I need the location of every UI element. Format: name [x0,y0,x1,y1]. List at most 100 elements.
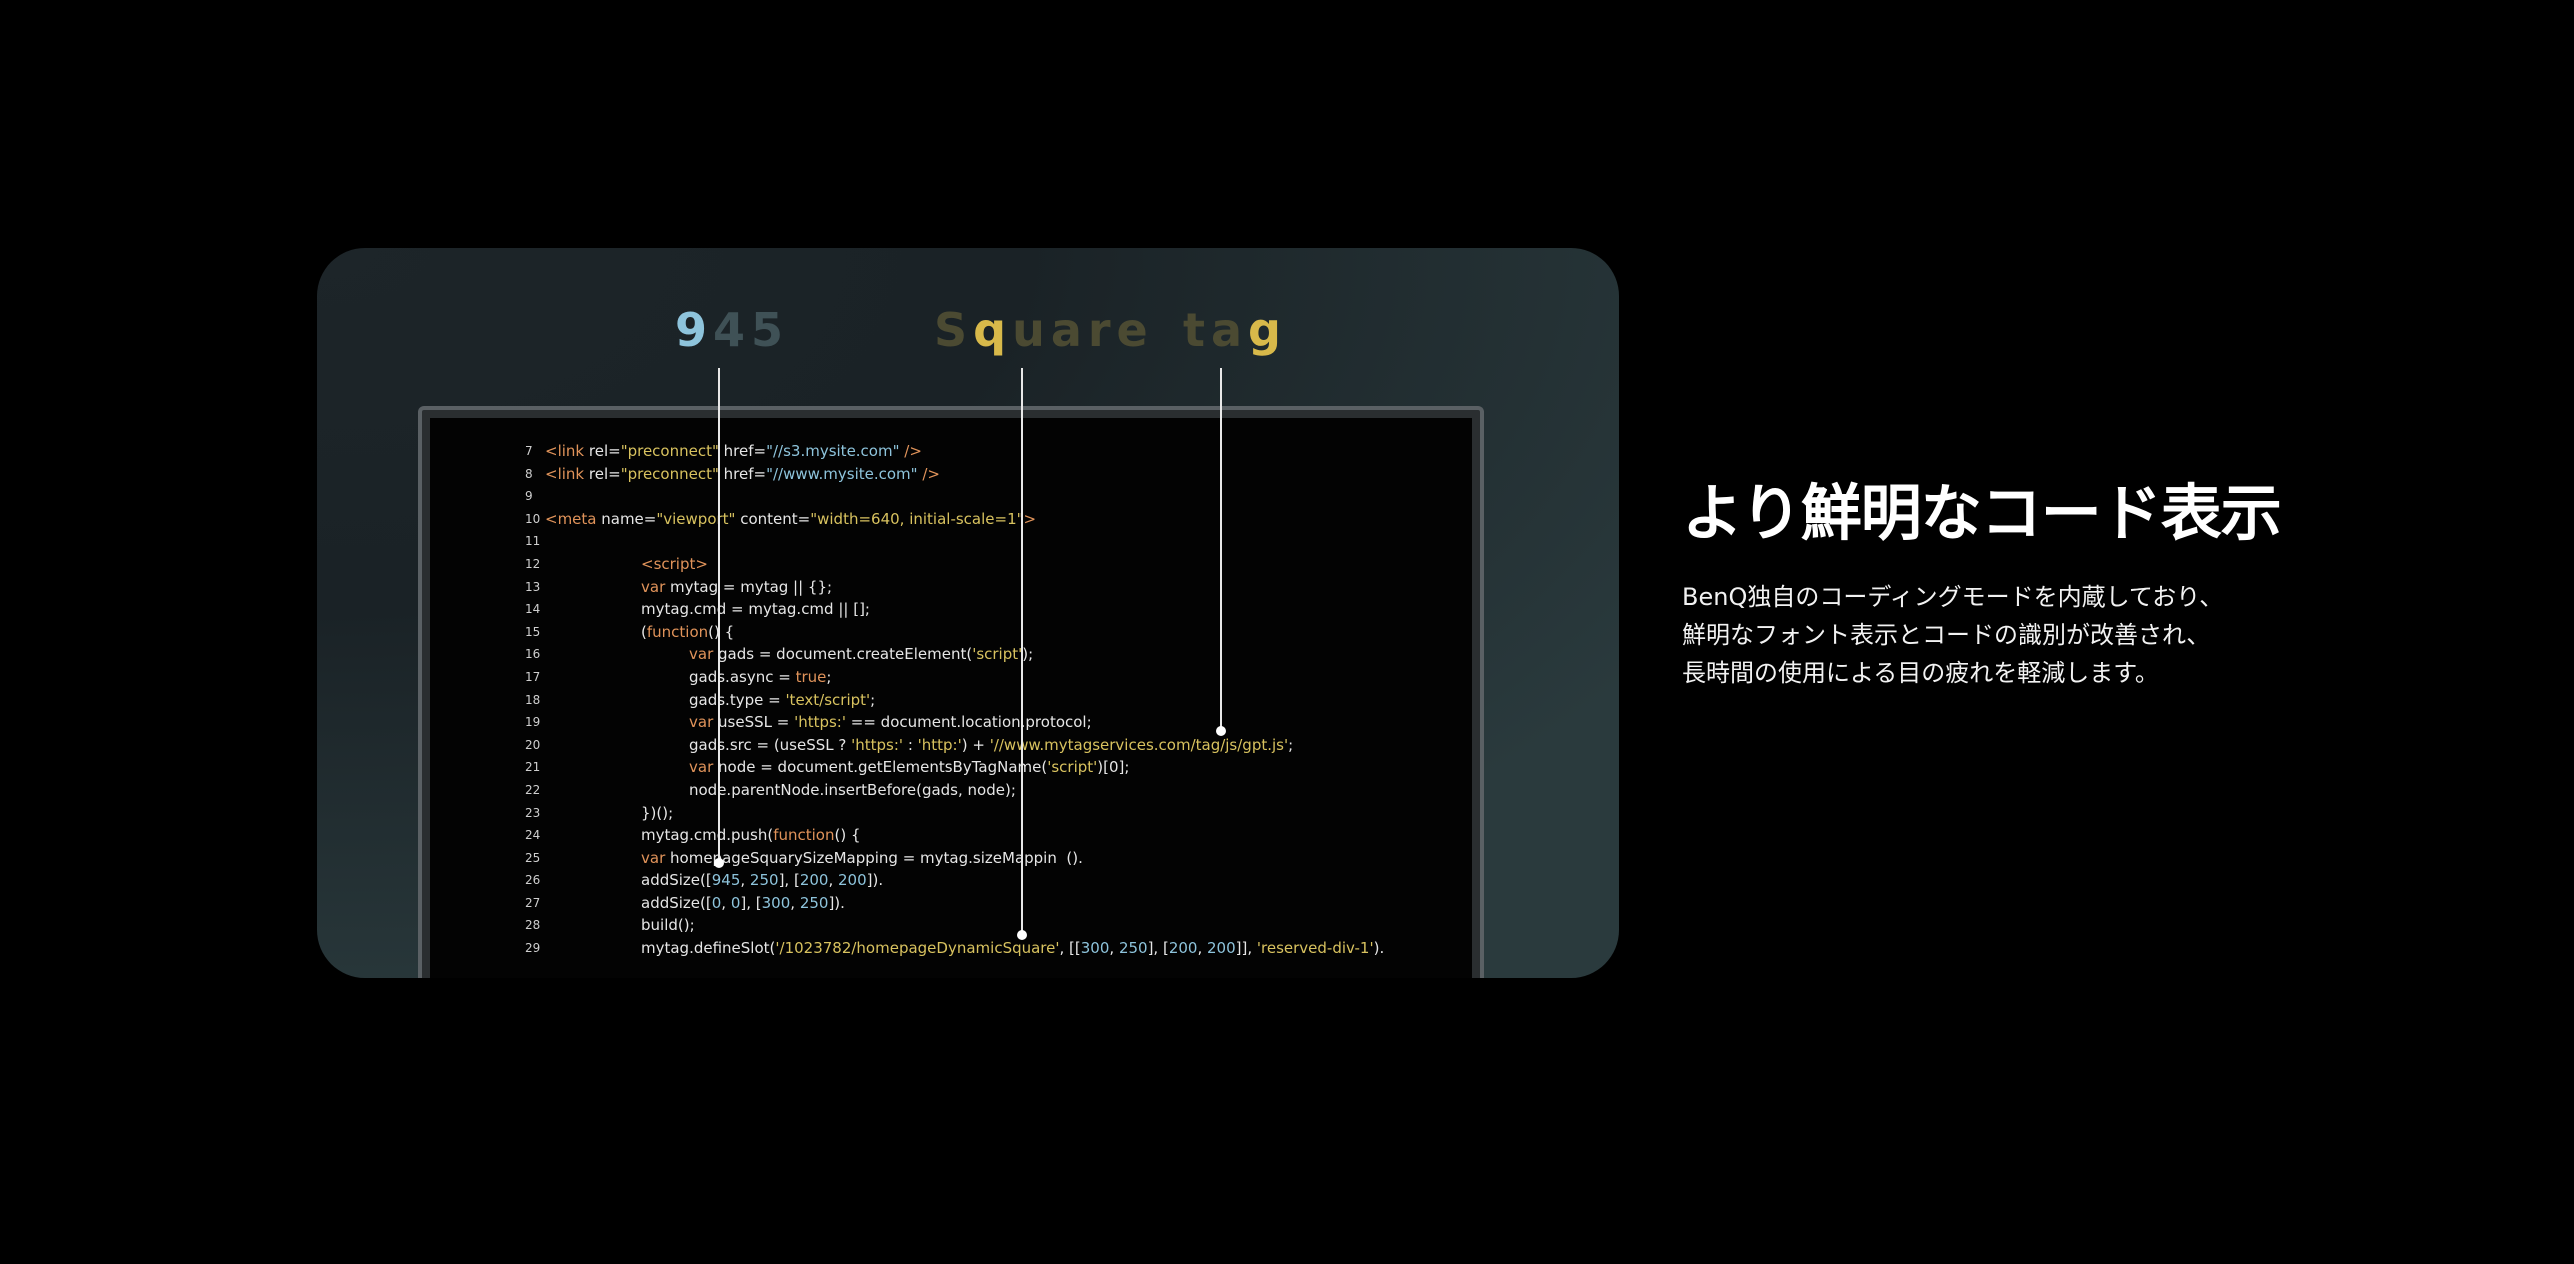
code-token: 200 [1207,939,1236,958]
code-line: 26 addSize([945, 250], [200, 200]). [430,869,1472,892]
line-number: 17 [525,669,541,684]
line-number: 23 [525,805,541,820]
code-token: 'script' [972,645,1023,664]
code-token: () { [834,826,861,845]
code-token: <script> [641,554,708,573]
code-token: "width=640, initial-scale=1" [810,509,1024,528]
code-token: ], [ [1147,939,1169,958]
code-token: useSSL = [713,713,795,732]
code-line: 16 var gads = document.createElement('scr… [430,643,1472,666]
code-text: gads.type = 'text/script'; [689,689,875,712]
code-token: href= [718,464,767,483]
code-token: ], [ [740,893,762,912]
code-token: "//www.mysite.com" [766,464,918,483]
code-token: "//s3.mysite.com" [766,442,900,460]
leader-line-tag [1220,368,1222,730]
code-token: 250 [749,871,779,890]
line-number: 24 [525,828,541,843]
code-line: 17 gads.async = true; [430,666,1472,689]
leader-line-square [1021,368,1023,934]
code-text: <link rel="preconnect" href="//s3.mysite… [545,440,922,463]
code-token: '/1023782/homepageDynamicSquare' [775,939,1060,958]
callout-char: 9 [675,303,714,357]
code-token: <link [545,464,589,483]
code-token: var [689,645,714,664]
callout-945: 945 [675,303,789,357]
feature-title: より鮮明なコード表示 [1682,478,2282,549]
code-token: 'http:' [917,735,962,754]
feature-description: BenQ独自のコーディングモードを内蔵しており、 鮮明なフォント表示とコードの識… [1682,578,2382,692]
code-line: 28 build(); [430,914,1472,937]
code-token: rel= [588,464,621,483]
code-token: ]). [828,893,845,912]
callout-char: q [973,303,1013,357]
code-line: 14 mytag.cmd = mytag.cmd || []; [430,598,1472,621]
line-number: 14 [525,602,541,617]
code-line: 8 <link rel="preconnect" href="//www.mysi… [430,463,1472,486]
code-token: addSize([ [641,871,712,890]
code-text: gads.async = true; [689,666,831,689]
code-token: function [773,826,835,845]
code-listing: 7 <link rel="preconnect" href="//s3.mysit… [430,440,1472,960]
code-text: })(); [641,802,673,825]
monitor-frame: 7 <link rel="preconnect" href="//s3.mysit… [418,406,1484,978]
code-token: , [1197,939,1208,958]
code-token: ]], [1235,939,1257,958]
code-line: 23 })(); [430,802,1472,825]
line-number: 29 [525,941,541,956]
code-token: gads.type = [689,690,786,709]
code-token: content= [735,509,811,528]
code-token: ; [826,667,832,686]
line-number: 15 [525,624,541,639]
code-text: addSize([0, 0], [300, 250]). [641,892,845,915]
code-line: 12 <script> [430,553,1472,576]
code-token: 300 [1080,939,1110,958]
callout-labels: 945 Square tag [317,248,1619,378]
code-token: true [795,667,827,686]
code-token: 250 [1118,939,1148,958]
code-token: 200 [838,871,867,890]
callout-char: S [934,303,974,357]
line-number: 16 [525,647,541,662]
description-line: BenQ独自のコーディングモードを内蔵しており、 [1682,583,2224,611]
code-text: addSize([945, 250], [200, 200]). [641,869,883,892]
code-token: , [721,893,731,912]
code-line: 11 [430,530,1472,553]
code-token: /> [899,442,922,460]
code-text: gads.src = (useSSL ? 'https:' : 'http:')… [689,734,1293,757]
code-text: <script> [641,553,708,576]
code-token: "preconnect" [620,442,719,460]
code-text: <meta name="viewport" content="width=640… [545,508,1036,531]
line-number: 11 [525,534,541,549]
code-line: 13 var mytag = mytag || {}; [430,576,1472,599]
line-number: 18 [525,692,541,707]
description-line: 長時間の使用による目の疲れを軽減します。 [1682,659,2159,687]
code-token: > [1023,509,1037,528]
line-number: 28 [525,918,541,933]
code-token: ; [1288,735,1294,754]
code-token: : [903,735,918,754]
code-token: 'reserved-div-1' [1256,939,1374,958]
code-token: 'script' [1047,758,1098,777]
code-text: <link rel="preconnect" href="//www.mysit… [545,463,940,486]
code-token: == document.location.protocol; [846,713,1092,732]
code-token: node = document.getElementsByTagName( [713,758,1048,777]
code-token: addSize([ [641,893,712,912]
line-number: 19 [525,715,541,730]
callout-tag: tag [1183,303,1287,357]
code-token: mytag.cmd = mytag.cmd || []; [641,600,870,619]
code-token: var [641,577,666,596]
leader-dot-tag [1216,726,1226,736]
code-token: 250 [799,893,829,912]
callout-char: ta [1183,303,1249,357]
code-token: build(); [641,916,695,935]
code-token: "viewport" [656,509,736,528]
code-line: 10 <meta name="viewport" content="width=6… [430,508,1472,531]
line-number: 12 [525,556,541,571]
code-token: rel= [588,442,621,460]
monitor-screen: 7 <link rel="preconnect" href="//s3.mysit… [430,418,1472,978]
code-token: })(); [641,803,674,822]
line-number: 13 [525,579,541,594]
line-number: 22 [525,782,541,797]
code-token: ; [870,690,876,709]
